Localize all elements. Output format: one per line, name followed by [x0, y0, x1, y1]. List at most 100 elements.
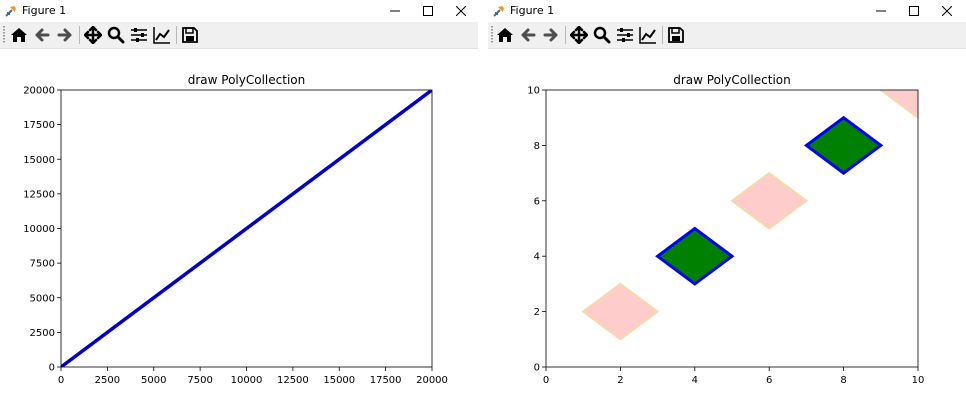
pink-diamond-polygon [581, 282, 660, 341]
y-tick-label: 17500 [23, 120, 55, 131]
toolbar-grip[interactable] [3, 26, 5, 44]
toolbar-grip[interactable] [491, 26, 493, 44]
configure-subplots-button[interactable] [614, 25, 636, 45]
y-tick-label: 4 [534, 252, 540, 263]
back-icon [521, 28, 536, 42]
forward-icon [57, 28, 72, 42]
x-tick-label: 6 [766, 375, 772, 386]
minimize-icon [390, 10, 400, 12]
pan-icon [84, 26, 102, 44]
save-button[interactable] [179, 25, 201, 45]
forward-button[interactable] [540, 25, 562, 45]
title-bar[interactable]: Figure 1 [488, 0, 966, 22]
toolbar-separator [565, 26, 566, 44]
y-tick-label: 8 [534, 141, 540, 152]
maximize-icon [423, 6, 433, 16]
plot-canvas-right[interactable]: draw PolyCollection 0 2 4 6 8 10 0 2 4 6 8 10 [488, 48, 966, 407]
plot-area [61, 90, 432, 367]
y-tick-label: 10 [527, 86, 540, 97]
zoom-icon [593, 26, 611, 44]
forward-icon [543, 28, 558, 42]
green-diamond-polygon [803, 115, 884, 175]
x-tick-label: 7500 [187, 375, 212, 386]
zoom-button[interactable] [105, 25, 127, 45]
plot-title: draw PolyCollection [188, 73, 305, 87]
x-tick-label: 17500 [370, 375, 402, 386]
minimize-button[interactable] [864, 0, 898, 22]
maximize-button[interactable] [411, 0, 445, 22]
home-icon [497, 28, 513, 42]
x-tick-label: 20000 [416, 375, 448, 386]
green-diamond-polygon [655, 226, 735, 286]
y-tick-label: 5000 [30, 293, 55, 304]
y-tick-label: 6 [534, 196, 540, 207]
figure-window-right: Figure 1 draw PolyCollection 0 2 4 6 8 1… [488, 0, 966, 407]
y-tick-label: 0 [534, 363, 540, 374]
toolbar-separator [176, 26, 177, 44]
pan-button[interactable] [568, 25, 590, 45]
window-title: Figure 1 [510, 4, 555, 17]
x-tick-label: 2 [617, 375, 623, 386]
navigation-toolbar [488, 22, 966, 49]
close-button[interactable] [444, 0, 478, 22]
pan-icon [570, 26, 588, 44]
home-button[interactable] [494, 25, 516, 45]
edit-axis-icon [153, 27, 170, 44]
x-tick-label: 0 [543, 375, 549, 386]
plot-canvas-left[interactable]: draw PolyCollection 0 2500 5000 7500 10000 125… [0, 48, 478, 407]
x-tick-label: 15000 [323, 375, 355, 386]
x-tick-label: 5000 [141, 375, 166, 386]
back-icon [35, 28, 50, 42]
plot-title: draw PolyCollection [673, 73, 790, 87]
plot-area [581, 90, 918, 341]
x-tick-label: 8 [840, 375, 846, 386]
app-icon [493, 6, 504, 17]
minimize-button[interactable] [378, 0, 412, 22]
edit-axis-icon [639, 27, 656, 44]
save-icon [668, 27, 684, 43]
navigation-toolbar [0, 22, 478, 49]
x-tick-label: 2500 [95, 375, 120, 386]
close-icon [456, 6, 466, 16]
toolbar-separator [79, 26, 80, 44]
pan-button[interactable] [82, 25, 104, 45]
series-line [61, 90, 432, 367]
y-tick-label: 0 [49, 363, 55, 374]
x-tick-label: 12500 [277, 375, 309, 386]
y-tick-label: 12500 [23, 189, 55, 200]
title-bar[interactable]: Figure 1 [0, 0, 478, 22]
home-icon [11, 28, 27, 42]
y-tick-label: 7500 [30, 259, 55, 270]
y-tick-label: 15000 [23, 155, 55, 166]
y-tick-label: 20000 [23, 86, 55, 97]
x-tick-label: 10000 [231, 375, 263, 386]
x-tick-label: 0 [58, 375, 64, 386]
forward-button[interactable] [54, 25, 76, 45]
window-title: Figure 1 [22, 4, 67, 17]
save-button[interactable] [665, 25, 687, 45]
back-button[interactable] [517, 25, 539, 45]
configure-subplots-button[interactable] [128, 25, 150, 45]
maximize-button[interactable] [897, 0, 931, 22]
figure-window-left: Figure 1 draw PolyCollection 0 2500 5000… [0, 0, 478, 407]
close-icon [942, 6, 952, 16]
y-tick-label: 2500 [30, 328, 55, 339]
x-tick-label: 4 [692, 375, 698, 386]
y-tick-label: 10000 [23, 224, 55, 235]
minimize-icon [876, 10, 886, 12]
configure-subplots-icon [617, 28, 633, 42]
toolbar-separator [662, 26, 663, 44]
maximize-icon [909, 6, 919, 16]
x-tick-label: 10 [912, 375, 925, 386]
pink-diamond-polygon [730, 171, 809, 230]
edit-axis-button[interactable] [637, 25, 659, 45]
close-button[interactable] [930, 0, 964, 22]
zoom-button[interactable] [591, 25, 613, 45]
y-tick-label: 2 [534, 307, 540, 318]
zoom-icon [107, 26, 125, 44]
home-button[interactable] [8, 25, 30, 45]
edit-axis-button[interactable] [151, 25, 173, 45]
configure-subplots-icon [131, 28, 147, 42]
back-button[interactable] [31, 25, 53, 45]
app-icon [5, 6, 16, 17]
